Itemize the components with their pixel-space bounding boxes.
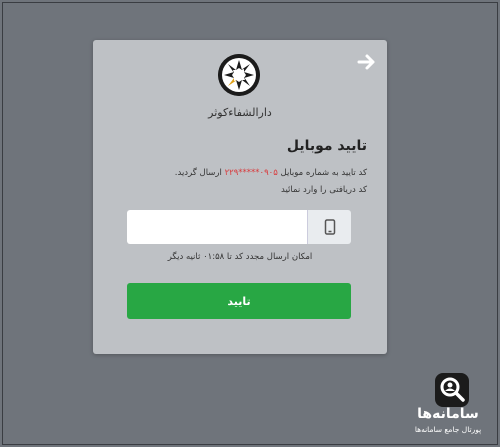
- back-arrow-icon[interactable]: [357, 52, 377, 72]
- description-line-1: کد تایید به شماره موبایل ۰۹۰۵*****۲۲۹ ار…: [107, 165, 367, 182]
- phone-addon: [307, 210, 351, 244]
- resend-timer: امکان ارسال مجدد کد تا ۰۱:۵۸ ثانیه دیگر: [167, 252, 313, 262]
- watermark-subtitle: پورتال جامع سامانه‌ها: [414, 425, 482, 434]
- watermark-search-icon: [435, 373, 469, 407]
- description-prefix: کد تایید به شماره موبایل: [280, 168, 367, 178]
- masked-phone-number: ۰۹۰۵*****۲۲۹: [224, 168, 278, 178]
- watermark: سامانه‌ها پورتال جامع سامانه‌ها: [400, 372, 496, 440]
- description-line-2: کد دریافتی را وارد نمائید: [281, 185, 367, 195]
- logo-emblem-icon: [218, 54, 260, 96]
- confirm-button[interactable]: تایید: [127, 283, 351, 319]
- code-input-group: [127, 210, 351, 244]
- watermark-title: سامانه‌ها: [417, 406, 479, 422]
- brand-name: دارالشفاءکوثر: [208, 106, 272, 119]
- verification-description: کد تایید به شماره موبایل ۰۹۰۵*****۲۲۹ ار…: [107, 165, 367, 199]
- page-title: تایید موبایل: [286, 138, 367, 154]
- description-suffix: ارسال گردید.: [174, 168, 222, 178]
- verification-card: دارالشفاءکوثر تایید موبایل کد تایید به ش…: [93, 40, 387, 354]
- mobile-phone-icon: [324, 219, 335, 235]
- verification-code-input[interactable]: [127, 210, 307, 244]
